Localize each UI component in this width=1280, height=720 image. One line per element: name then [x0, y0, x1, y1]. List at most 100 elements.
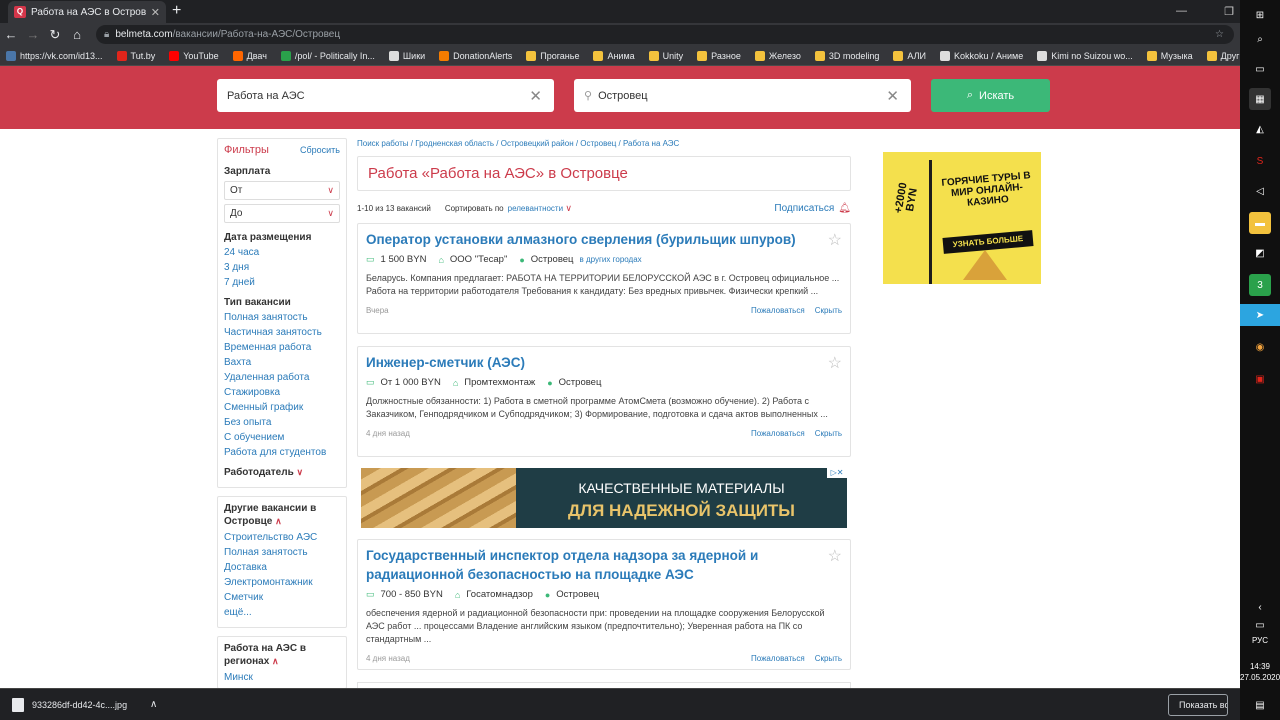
home-icon[interactable]: ⌂: [66, 27, 88, 42]
type-filter-link[interactable]: Без опыта: [224, 417, 340, 428]
bookmark-item[interactable]: Шики: [388, 50, 425, 61]
salary-from-select[interactable]: От ∨: [224, 181, 340, 200]
windows-start-icon[interactable]: ⊞: [1249, 4, 1271, 26]
search-query-input[interactable]: Работа на АЭС ✕: [217, 79, 554, 112]
type-filter-link[interactable]: Работа для студентов: [224, 447, 340, 458]
date-filter-link[interactable]: 3 дня: [224, 262, 340, 273]
clear-location-icon[interactable]: ✕: [886, 87, 899, 105]
bookmark-item[interactable]: Разное: [697, 50, 741, 61]
close-tab-icon[interactable]: ✕: [151, 6, 160, 19]
reload-icon[interactable]: ↻: [44, 27, 66, 43]
other-vacancy-link[interactable]: ещё...: [224, 607, 340, 618]
type-filter-link[interactable]: Стажировка: [224, 387, 340, 398]
bookmark-item[interactable]: Другие з: [1206, 50, 1240, 61]
location-input[interactable]: ⚲ Островец ✕: [574, 79, 911, 112]
other-cities-link[interactable]: в других городах: [580, 255, 642, 264]
favorite-star-icon[interactable]: ☆: [828, 546, 842, 566]
job-title-link[interactable]: Оператор установки алмазного сверления (…: [366, 230, 842, 249]
ad-close-icon[interactable]: ▷✕: [827, 468, 847, 478]
clock-date[interactable]: 27.05.2020: [1240, 673, 1280, 682]
bookmark-item[interactable]: Tut.by: [116, 50, 155, 61]
bookmark-item[interactable]: Анима: [593, 50, 635, 61]
employer-filter[interactable]: Работодатель ∨: [224, 467, 340, 478]
task-view-icon[interactable]: ▭: [1249, 58, 1271, 80]
other-vacancies-title[interactable]: Другие вакансии в Островце ∧: [224, 502, 340, 528]
url-field[interactable]: 🔒︎ belmeta.com/вакансии/Работа-на-АЭС/Ос…: [96, 25, 1234, 44]
new-tab-icon[interactable]: +: [172, 2, 181, 20]
language-indicator[interactable]: РУС: [1240, 636, 1280, 645]
show-all-downloads-button[interactable]: Показать все: [1168, 694, 1228, 716]
other-vacancy-link[interactable]: Полная занятость: [224, 547, 340, 558]
bookmark-item[interactable]: Музыка: [1146, 50, 1193, 61]
report-link[interactable]: Пожаловаться: [751, 654, 805, 663]
reset-filters-link[interactable]: Сбросить: [300, 145, 340, 155]
notifications-icon[interactable]: ▤: [1249, 694, 1271, 716]
type-filter-link[interactable]: С обучением: [224, 432, 340, 443]
other-vacancy-link[interactable]: Электромонтажник: [224, 577, 340, 588]
report-link[interactable]: Пожаловаться: [751, 429, 805, 438]
clear-query-icon[interactable]: ✕: [529, 87, 542, 105]
other-vacancy-link[interactable]: Сметчик: [224, 592, 340, 603]
other-vacancy-link[interactable]: Строительство АЭС: [224, 532, 340, 543]
bookmark-item[interactable]: Kimi no Suizou wo...: [1037, 50, 1133, 61]
app-inkscape-icon[interactable]: ◭: [1249, 118, 1271, 140]
chevron-up-icon[interactable]: ∧: [150, 699, 157, 710]
type-filter-link[interactable]: Вахта: [224, 357, 340, 368]
clock-time[interactable]: 14:39: [1240, 662, 1280, 671]
back-icon[interactable]: ←: [0, 27, 22, 42]
job-title-link[interactable]: Государственный инспектор отдела надзора…: [366, 546, 842, 584]
sort-select[interactable]: релевантности ∨: [508, 203, 572, 214]
chrome-icon[interactable]: ◉: [1249, 336, 1271, 358]
bookmark-item[interactable]: 3D modeling: [814, 50, 879, 61]
download-item[interactable]: 933286df-dd42-4c....jpg: [0, 697, 150, 712]
app-rubik-icon[interactable]: ▦: [1249, 88, 1271, 110]
bookmark-item[interactable]: Unity: [648, 50, 683, 61]
app-3-icon[interactable]: 3: [1249, 274, 1271, 296]
region-link[interactable]: Минск: [224, 672, 340, 683]
app-s-icon[interactable]: S: [1249, 150, 1271, 172]
report-link[interactable]: Пожаловаться: [751, 306, 805, 315]
bookmark-item[interactable]: Проганье: [526, 50, 579, 61]
subscribe-button[interactable]: Подписаться 🔔︎: [774, 203, 851, 214]
app-game-icon[interactable]: ▣: [1249, 368, 1271, 390]
ad-banner[interactable]: КАЧЕСТВЕННЫЕ МАТЕРИАЛЫ ДЛЯ НАДЕЖНОЙ ЗАЩИ…: [361, 468, 847, 528]
favorite-star-icon[interactable]: ☆: [828, 353, 842, 373]
date-filter-link[interactable]: 24 часа: [224, 247, 340, 258]
bookmark-item[interactable]: Двач: [232, 50, 267, 61]
type-filter-link[interactable]: Сменный график: [224, 402, 340, 413]
breadcrumb[interactable]: Поиск работы / Гродненская область / Ост…: [357, 139, 679, 148]
minimize-icon[interactable]: —: [1176, 5, 1187, 17]
bookmark-item[interactable]: Kokkoku / Аниме: [940, 50, 1023, 61]
bookmark-star-icon[interactable]: ☆: [1215, 29, 1224, 40]
side-ad[interactable]: +2000 BYN ГОРЯЧИЕ ТУРЫ В МИР ОНЛАЙН-КАЗИ…: [883, 152, 1041, 284]
type-filter-link[interactable]: Полная занятость: [224, 312, 340, 323]
telegram-icon[interactable]: ➤: [1240, 304, 1280, 326]
bookmark-item[interactable]: /pol/ - Politically In...: [280, 50, 375, 61]
app-unity-icon[interactable]: ◁: [1249, 180, 1271, 202]
regions-title[interactable]: Работа на АЭС в регионах ∧: [224, 642, 340, 668]
hide-link[interactable]: Скрыть: [815, 654, 842, 663]
browser-tab[interactable]: Q Работа на АЭС в Островце, 10 · ✕: [8, 1, 166, 23]
bookmark-item[interactable]: DonationAlerts: [439, 50, 512, 61]
app-window-icon[interactable]: ◩: [1249, 242, 1271, 264]
type-filter-link[interactable]: Удаленная работа: [224, 372, 340, 383]
bookmark-item[interactable]: Железо: [754, 50, 801, 61]
network-icon[interactable]: ▭: [1249, 614, 1271, 636]
bookmark-item[interactable]: YouTube: [169, 50, 219, 61]
other-vacancy-link[interactable]: Доставка: [224, 562, 340, 573]
job-title-link[interactable]: Инженер-сметчик (АЭС): [366, 353, 842, 372]
type-filter-link[interactable]: Временная работа: [224, 342, 340, 353]
bookmark-item[interactable]: АЛИ: [893, 50, 926, 61]
date-filter-link[interactable]: 7 дней: [224, 277, 340, 288]
maximize-icon[interactable]: ❐: [1224, 5, 1234, 18]
type-filter-link[interactable]: Частичная занятость: [224, 327, 340, 338]
search-button[interactable]: ⌕ Искать: [931, 79, 1050, 112]
salary-to-select[interactable]: До ∨: [224, 204, 340, 223]
forward-icon[interactable]: →: [22, 27, 44, 42]
file-explorer-icon[interactable]: ▬: [1249, 212, 1271, 234]
favorite-star-icon[interactable]: ☆: [828, 230, 842, 250]
bookmark-item[interactable]: https://vk.com/id13...: [6, 50, 103, 61]
hide-link[interactable]: Скрыть: [815, 429, 842, 438]
search-icon[interactable]: ⌕: [1249, 28, 1271, 50]
hide-link[interactable]: Скрыть: [815, 306, 842, 315]
